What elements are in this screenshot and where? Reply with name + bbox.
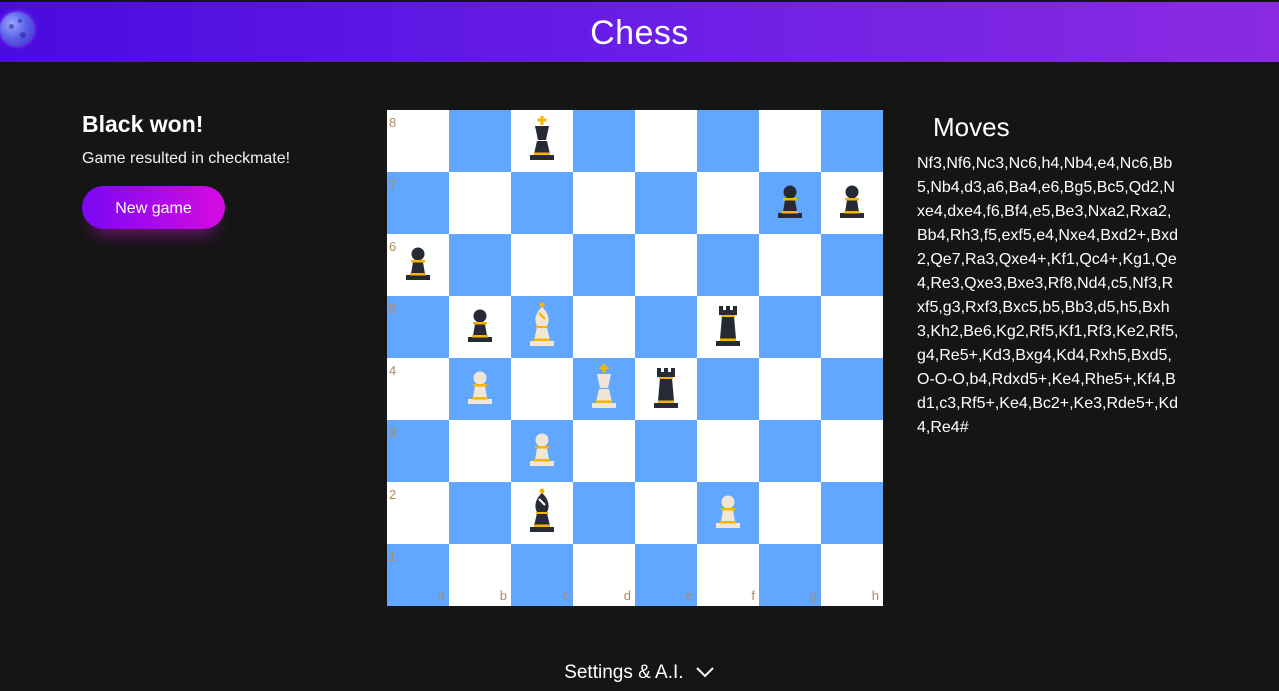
moves-list: Nf3,Nf6,Nc3,Nc6,h4,Nb4,e4,Nc6,Bb5,Nb4,d3…	[917, 155, 1179, 436]
square-e6[interactable]	[635, 234, 697, 296]
square-a4[interactable]: 4	[387, 358, 449, 420]
square-f6[interactable]	[697, 234, 759, 296]
square-f8[interactable]	[697, 110, 759, 172]
square-b4[interactable]	[449, 358, 511, 420]
square-e8[interactable]	[635, 110, 697, 172]
square-f1[interactable]: f	[697, 544, 759, 606]
square-d1[interactable]: d	[573, 544, 635, 606]
rank-label: 5	[389, 301, 397, 316]
app-title: Chess	[590, 14, 689, 52]
square-g4[interactable]	[759, 358, 821, 420]
chevron-down-icon	[695, 662, 715, 684]
file-label: e	[685, 588, 693, 603]
square-d3[interactable]	[573, 420, 635, 482]
square-f2[interactable]	[697, 482, 759, 544]
square-f7[interactable]	[697, 172, 759, 234]
square-c7[interactable]	[511, 172, 573, 234]
square-a2[interactable]: 2	[387, 482, 449, 544]
moves-title: Moves	[933, 112, 1010, 142]
square-f4[interactable]	[697, 358, 759, 420]
square-g8[interactable]	[759, 110, 821, 172]
square-f3[interactable]	[697, 420, 759, 482]
square-h6[interactable]	[821, 234, 883, 296]
square-b2[interactable]	[449, 482, 511, 544]
square-e7[interactable]	[635, 172, 697, 234]
square-b7[interactable]	[449, 172, 511, 234]
square-d4[interactable]	[573, 358, 635, 420]
rank-label: 1	[389, 549, 397, 564]
square-b8[interactable]	[449, 110, 511, 172]
square-c6[interactable]	[511, 234, 573, 296]
square-h5[interactable]	[821, 296, 883, 358]
file-label: b	[499, 588, 507, 603]
square-c3[interactable]	[511, 420, 573, 482]
square-c1[interactable]: c	[511, 544, 573, 606]
square-d2[interactable]	[573, 482, 635, 544]
square-b6[interactable]	[449, 234, 511, 296]
square-g6[interactable]	[759, 234, 821, 296]
game-result-title: Black won!	[82, 111, 204, 137]
square-e3[interactable]	[635, 420, 697, 482]
file-label: d	[623, 588, 631, 603]
square-a1[interactable]: 1a	[387, 544, 449, 606]
square-g5[interactable]	[759, 296, 821, 358]
square-a7[interactable]: 7	[387, 172, 449, 234]
file-label: h	[871, 588, 879, 603]
chess-board: 8 7 6 5 4 3 2 1 a b c d e f g h	[387, 110, 883, 606]
square-b3[interactable]	[449, 420, 511, 482]
square-h1[interactable]: h	[821, 544, 883, 606]
square-c2[interactable]	[511, 482, 573, 544]
square-g1[interactable]: g	[759, 544, 821, 606]
square-a8[interactable]: 8	[387, 110, 449, 172]
square-e1[interactable]: e	[635, 544, 697, 606]
square-c4[interactable]	[511, 358, 573, 420]
square-f5[interactable]	[697, 296, 759, 358]
rank-label: 8	[389, 115, 397, 130]
square-a3[interactable]: 3	[387, 420, 449, 482]
square-e4[interactable]	[635, 358, 697, 420]
square-h2[interactable]	[821, 482, 883, 544]
square-c5[interactable]	[511, 296, 573, 358]
square-a5[interactable]: 5	[387, 296, 449, 358]
file-label: f	[751, 588, 755, 603]
game-result-subtitle: Game resulted in checkmate!	[82, 150, 291, 167]
square-d5[interactable]	[573, 296, 635, 358]
square-d8[interactable]	[573, 110, 635, 172]
rank-label: 7	[389, 177, 397, 192]
rank-label: 4	[389, 363, 397, 378]
square-h4[interactable]	[821, 358, 883, 420]
rank-label: 3	[389, 425, 397, 440]
square-h7[interactable]	[821, 172, 883, 234]
new-game-button[interactable]: New game	[82, 186, 225, 229]
square-h3[interactable]	[821, 420, 883, 482]
square-g7[interactable]	[759, 172, 821, 234]
square-h8[interactable]	[821, 110, 883, 172]
settings-label: Settings & A.I.	[564, 662, 684, 684]
moves-panel: Moves Nf3,Nf6,Nc3,Nc6,h4,Nb4,e4,Nc6,Bb5,…	[917, 110, 1181, 440]
square-c8[interactable]	[511, 110, 573, 172]
square-e2[interactable]	[635, 482, 697, 544]
square-b5[interactable]	[449, 296, 511, 358]
file-label: c	[562, 588, 570, 603]
app-header: Chess	[0, 2, 1279, 62]
square-a6[interactable]: 6	[387, 234, 449, 296]
file-label: a	[437, 588, 445, 603]
square-g3[interactable]	[759, 420, 821, 482]
square-d7[interactable]	[573, 172, 635, 234]
settings-toggle[interactable]: Settings & A.I.	[0, 662, 1279, 684]
square-d6[interactable]	[573, 234, 635, 296]
square-g2[interactable]	[759, 482, 821, 544]
rank-label: 2	[389, 487, 397, 502]
square-b1[interactable]: b	[449, 544, 511, 606]
file-label: g	[809, 588, 817, 603]
square-e5[interactable]	[635, 296, 697, 358]
